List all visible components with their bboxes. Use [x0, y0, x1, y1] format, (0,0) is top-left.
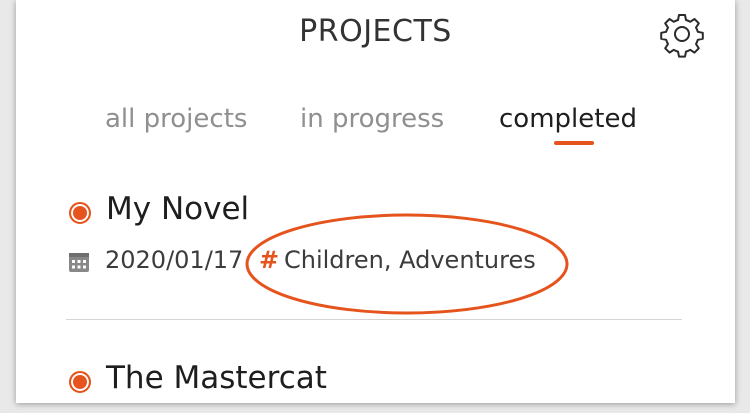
- project-tags: Children, Adventures: [284, 246, 536, 274]
- active-tab-indicator: [554, 141, 594, 145]
- project-date: 2020/01/17: [105, 246, 244, 274]
- hashtag-icon: #: [259, 246, 280, 274]
- tab-in-progress[interactable]: in progress: [300, 104, 444, 134]
- project-title[interactable]: My Novel: [106, 191, 249, 227]
- tab-completed[interactable]: completed: [499, 104, 637, 134]
- projects-screen: PROJECTS all projects in progress comple…: [16, 0, 735, 403]
- list-divider: [66, 319, 682, 320]
- tab-all-projects[interactable]: all projects: [105, 104, 247, 134]
- project-title[interactable]: The Mastercat: [106, 360, 327, 396]
- project-status-dot: [69, 202, 91, 224]
- page-title: PROJECTS: [299, 14, 452, 49]
- gear-icon[interactable]: [658, 10, 706, 58]
- project-status-dot: [69, 371, 91, 393]
- calendar-icon: [69, 253, 89, 272]
